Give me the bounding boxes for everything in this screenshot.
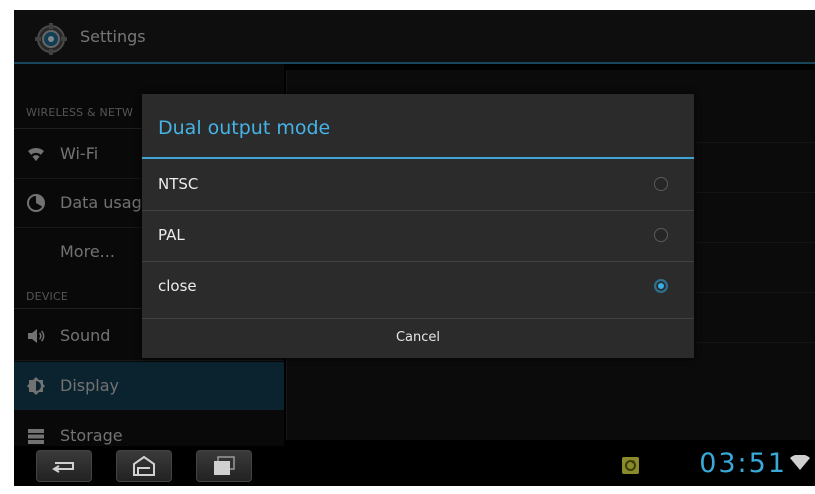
sync-icon[interactable] [622,457,639,474]
option-pal[interactable]: PAL [142,211,694,261]
back-button[interactable] [36,450,92,482]
radio-button[interactable] [654,228,668,242]
option-label: NTSC [158,175,199,193]
wifi-signal-icon[interactable] [790,455,810,471]
recent-apps-button[interactable] [196,450,252,482]
option-ntsc[interactable]: NTSC [142,160,694,210]
home-icon [133,455,155,476]
system-nav-bar: 03:51 [14,446,815,486]
tablet-screen: Settings WIRELESS & NETW Wi-Fi Data usag… [14,10,815,486]
dual-output-mode-dialog: Dual output mode NTSC PAL close Cancel [142,94,694,358]
recent-apps-icon [214,456,235,475]
back-icon [52,462,74,473]
option-close[interactable]: close [142,262,694,312]
option-label: close [158,277,197,295]
dialog-title-divider [142,157,694,159]
radio-button-selected[interactable] [654,279,668,293]
status-clock[interactable]: 03:51 [699,448,787,479]
dialog-title: Dual output mode [158,117,331,139]
home-button[interactable] [116,450,172,482]
radio-button[interactable] [654,177,668,191]
option-label: PAL [158,226,185,244]
cancel-button[interactable]: Cancel [142,318,694,358]
